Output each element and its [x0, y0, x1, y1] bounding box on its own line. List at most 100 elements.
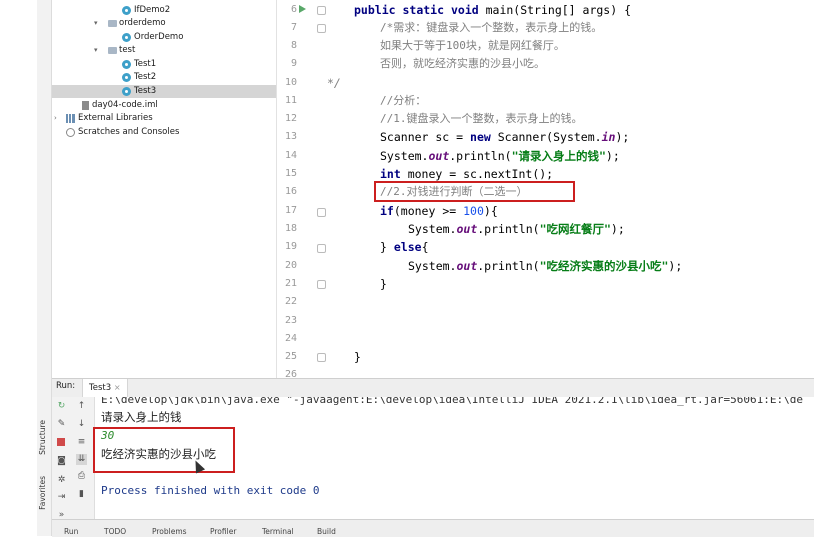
tree-item-iml[interactable]: day04-code.iml [52, 99, 276, 112]
code-token: out [456, 222, 478, 236]
tree-item-label: IfDemo2 [134, 5, 171, 15]
java-class-icon [122, 6, 131, 15]
line-number: 6 [290, 4, 297, 15]
line-number: 15 [284, 168, 297, 179]
settings-icon[interactable]: ✲ [56, 475, 67, 486]
tree-item-label: Test2 [134, 72, 157, 82]
tree-item-test-folder[interactable]: ▾ test [52, 44, 276, 57]
chevron-down-icon[interactable]: ▾ [94, 44, 98, 57]
run-gutter-icon[interactable] [299, 5, 306, 13]
code-token: 100 [463, 204, 484, 218]
soft-wrap-icon[interactable]: ≡ [76, 437, 87, 448]
line-number: 11 [284, 95, 297, 106]
code-line-18: System.out.println("吃网红餐厅"); [408, 220, 625, 238]
chevron-down-icon[interactable]: ▾ [94, 17, 98, 30]
bottom-tool-bar: Run TODO Problems Profiler Terminal Buil… [52, 519, 814, 537]
favorites-side-tab[interactable]: Favorites [38, 476, 50, 510]
package-folder-icon [108, 47, 117, 54]
wrench-icon[interactable]: ✎ [56, 419, 67, 430]
code-line-6: public static void main(String[] args) { [354, 1, 631, 19]
code-token: System. [408, 259, 457, 273]
fold-marker-icon[interactable] [317, 6, 326, 15]
code-token: ); [615, 130, 630, 144]
run-tool-window-header: Run: Test3 × [52, 378, 814, 398]
code-token: in [601, 130, 616, 144]
line-number: 7 [290, 22, 297, 33]
code-line-17: if(money >= 100){ [380, 202, 498, 220]
code-line-19: } else{ [380, 238, 429, 256]
run-tab-label: Test3 [89, 383, 112, 393]
code-token: if [380, 204, 394, 218]
fold-marker-icon[interactable] [317, 353, 326, 362]
code-token: "吃经济实惠的沙县小吃" [539, 259, 669, 273]
scroll-to-end-icon[interactable]: ⇊ [76, 454, 87, 465]
code-token: { [421, 240, 429, 254]
fold-marker-icon[interactable] [317, 244, 326, 253]
camera-icon[interactable]: ◙ [56, 456, 67, 467]
exit-icon[interactable]: ⇥ [56, 492, 67, 503]
tree-item-label: Test1 [134, 59, 157, 69]
code-token: public [354, 3, 396, 17]
stop-icon[interactable] [56, 437, 67, 448]
code-token: static [402, 3, 445, 17]
module-file-icon [82, 101, 89, 110]
fold-marker-icon[interactable] [317, 208, 326, 217]
bottom-tab-run[interactable]: Run [64, 527, 78, 536]
code-token: int [380, 167, 401, 181]
rerun-icon[interactable]: ↻ [56, 401, 67, 412]
code-token: money = sc.nextInt(); [400, 167, 554, 181]
code-token: (money >= [393, 204, 464, 218]
line-number: 25 [284, 351, 297, 362]
tree-item-test2[interactable]: Test2 [52, 71, 276, 84]
package-folder-icon [108, 20, 117, 27]
up-arrow-icon[interactable]: ↑ [76, 401, 87, 412]
tree-item-label: External Libraries [78, 113, 153, 123]
down-arrow-icon[interactable]: ↓ [76, 419, 87, 430]
bottom-tab-profiler[interactable]: Profiler [210, 527, 236, 536]
tree-item-orderdemo-folder[interactable]: ▾ orderdemo [52, 17, 276, 30]
code-line-7: /*需求：键盘录入一个整数，表示身上的钱。 [380, 21, 603, 34]
chevron-right-icon[interactable]: › [54, 112, 57, 125]
fold-marker-icon[interactable] [317, 24, 326, 33]
bottom-tab-terminal[interactable]: Terminal [262, 527, 294, 536]
tree-item-orderdemo-class[interactable]: OrderDemo [52, 31, 276, 44]
console-exit-line: Process finished with exit code 0 [101, 484, 320, 497]
line-number: 23 [284, 315, 297, 326]
tree-item-test3[interactable]: Test3 [52, 85, 276, 98]
line-number: 9 [290, 58, 297, 69]
bottom-tab-todo[interactable]: TODO [104, 527, 126, 536]
bottom-tab-build[interactable]: Build [317, 527, 336, 536]
code-token: out [456, 259, 478, 273]
close-icon[interactable]: × [114, 383, 121, 392]
trash-icon[interactable]: ▮ [76, 489, 87, 500]
line-number: 20 [284, 260, 297, 271]
annotation-highlight-box [374, 181, 575, 202]
code-token: Scanner sc = [380, 130, 471, 144]
line-number: 14 [284, 150, 297, 161]
line-number: 16 [284, 186, 297, 197]
tree-item-external-libraries[interactable]: › External Libraries [52, 112, 276, 125]
structure-side-tab[interactable]: Structure [38, 420, 50, 455]
bottom-tab-problems[interactable]: Problems [152, 527, 187, 536]
annotation-highlight-box [93, 427, 235, 473]
tree-item-scratches[interactable]: Scratches and Consoles [52, 126, 276, 139]
tree-item-label: Test3 [134, 86, 157, 96]
line-number: 12 [284, 113, 297, 124]
code-line-11: //分析： [380, 94, 427, 107]
tree-item-test1[interactable]: Test1 [52, 58, 276, 71]
code-token: .println( [477, 259, 540, 273]
code-line-9: 否则，就吃经济实惠的沙县小吃。 [380, 57, 545, 70]
code-line-20: System.out.println("吃经济实惠的沙县小吃"); [408, 257, 682, 275]
fold-marker-icon[interactable] [317, 280, 326, 289]
tree-item-ifdemo2[interactable]: IfDemo2 [52, 4, 276, 17]
code-token: ){ [483, 204, 498, 218]
left-tool-strip [37, 0, 52, 536]
java-class-icon [122, 33, 131, 42]
tree-item-label: Scratches and Consoles [78, 127, 180, 137]
print-icon[interactable]: ⎙ [76, 471, 87, 482]
run-tab-test3[interactable]: Test3 × [82, 379, 128, 397]
project-tree: IfDemo2 ▾ orderdemo OrderDemo ▾ test Tes… [52, 0, 277, 378]
run-toolbar: ↻ ↑ ✎ ↓ ≡ ◙ ⇊ ✲ ⎙ ⇥ ▮ » [52, 397, 95, 520]
tree-item-label: OrderDemo [134, 32, 184, 42]
code-line-14: System.out.println("请录入身上的钱"); [380, 147, 620, 165]
